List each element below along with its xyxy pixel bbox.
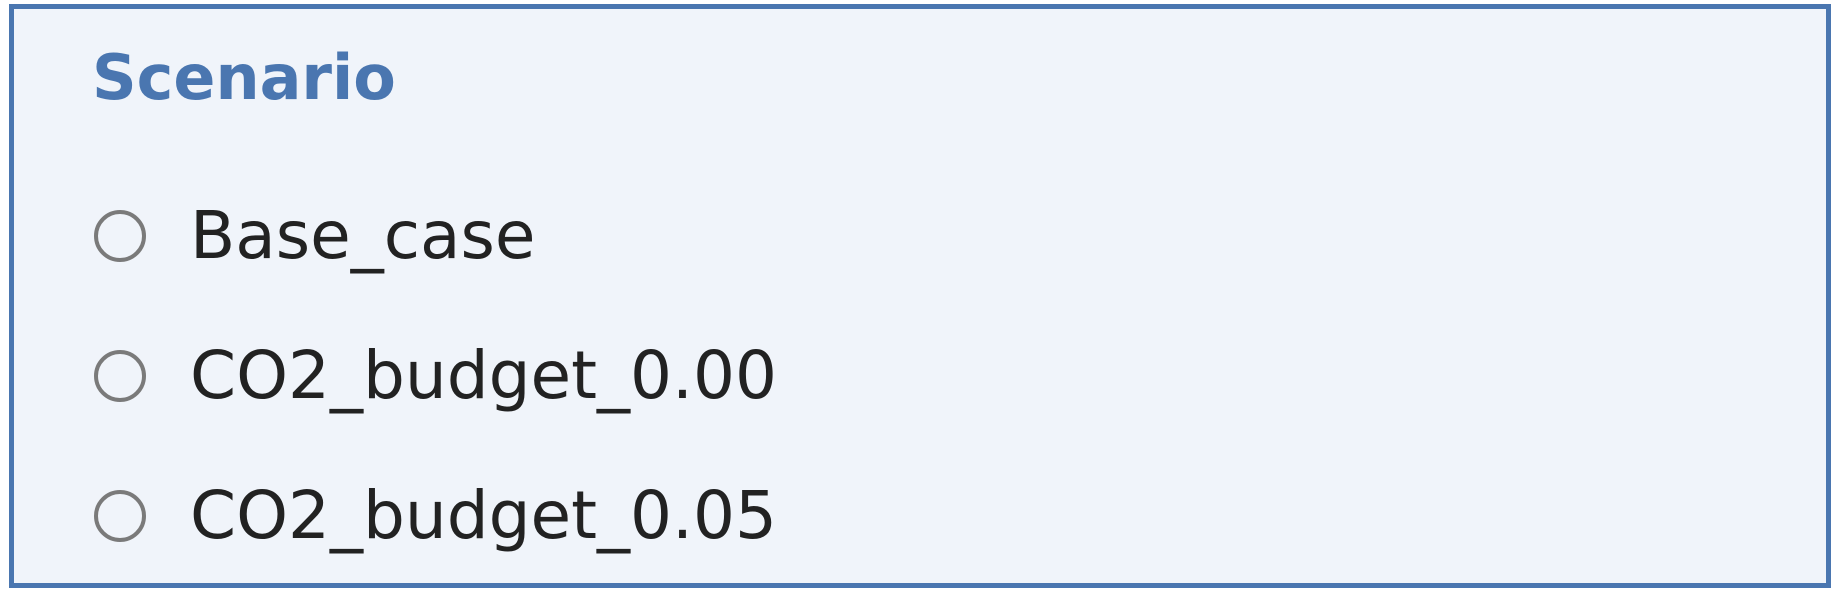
scenario-title: Scenario [92, 41, 396, 114]
scenario-option-label[interactable]: CO2_budget_0.05 [190, 483, 777, 549]
scenario-option-base-case[interactable]: Base_case [94, 196, 535, 276]
scenario-option-label[interactable]: Base_case [190, 203, 535, 269]
scenario-option-label[interactable]: CO2_budget_0.00 [190, 343, 777, 409]
scenario-panel: Scenario Base_case CO2_budget_0.00 CO2_b… [9, 4, 1831, 588]
scenario-option-co2-budget-0-05[interactable]: CO2_budget_0.05 [94, 476, 777, 556]
radio-unchecked-icon[interactable] [94, 350, 146, 402]
radio-unchecked-icon[interactable] [94, 490, 146, 542]
scenario-option-co2-budget-0-00[interactable]: CO2_budget_0.00 [94, 336, 777, 416]
radio-unchecked-icon[interactable] [94, 210, 146, 262]
